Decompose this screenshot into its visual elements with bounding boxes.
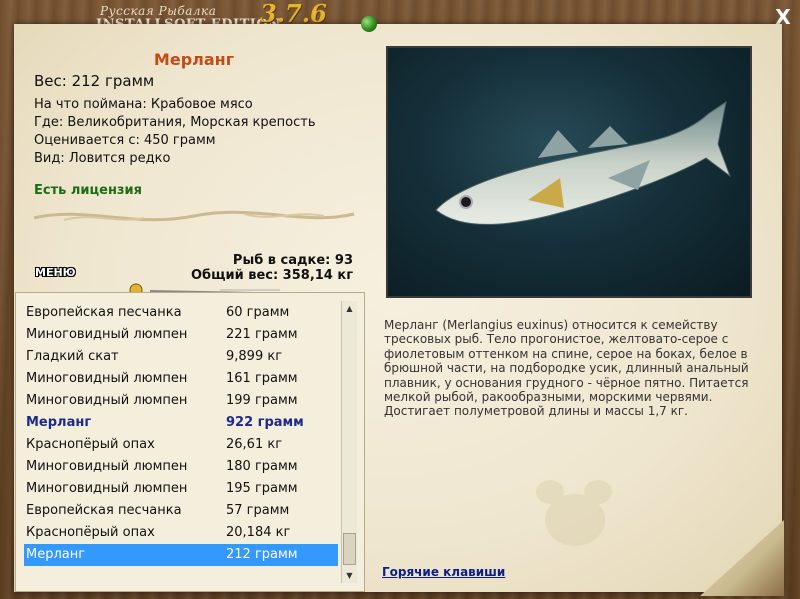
catch-item-name: Миноговидный люмпен xyxy=(26,459,188,474)
catch-item-weight: 57 грамм xyxy=(226,503,290,518)
scroll-thumb[interactable] xyxy=(343,533,356,565)
catch-list-item[interactable]: Европейская песчанка 60 грамм xyxy=(24,302,338,324)
catch-item-name: Европейская песчанка xyxy=(26,503,182,518)
kind-text: Вид: Ловится редко xyxy=(34,151,171,166)
catch-list-item[interactable]: Миноговидный люмпен 195 грамм xyxy=(24,478,338,500)
catch-list-item[interactable]: Миноговидный люмпен 199 грамм xyxy=(24,390,338,412)
catch-list-item[interactable]: Гладкий скат 9,899 кг xyxy=(24,346,338,368)
catch-item-name: Европейская песчанка xyxy=(26,305,182,320)
catch-item-weight: 199 грамм xyxy=(226,393,298,408)
caught-on-text: На что поймана: Крабовое мясо xyxy=(34,97,253,112)
catch-item-name: Миноговидный люмпен xyxy=(26,371,188,386)
fish-info: На что поймана: Крабовое мясо Где: Велик… xyxy=(34,96,315,168)
catch-list-item[interactable]: Миноговидный люмпен 161 грамм xyxy=(24,368,338,390)
list-scrollbar[interactable]: ▲ ▼ xyxy=(341,301,357,583)
catch-item-name: Краснопёрый опах xyxy=(26,525,155,540)
catch-item-weight: 212 грамм xyxy=(226,547,298,562)
scroll-up-icon[interactable]: ▲ xyxy=(342,301,357,316)
catch-list-item[interactable]: Краснопёрый опах 26,61 кг xyxy=(24,434,338,456)
catch-item-weight: 60 грамм xyxy=(226,305,290,320)
catch-list-item[interactable]: Краснопёрый опах 20,184 кг xyxy=(24,522,338,544)
mouse-watermark-icon xyxy=(536,480,612,546)
catch-item-weight: 922 грамм xyxy=(226,415,304,430)
catch-list-item[interactable]: Миноговидный люмпен 180 грамм xyxy=(24,456,338,478)
catch-item-weight: 20,184 кг xyxy=(226,525,291,540)
catch-item-name: Миноговидный люмпен xyxy=(26,481,188,496)
scroll-down-icon[interactable]: ▼ xyxy=(342,568,357,583)
catch-list-item[interactable]: Мерланг 922 грамм xyxy=(24,412,338,434)
fish-title: Мерланг xyxy=(153,50,235,69)
total-weight: Общий вес: 358,14 кг xyxy=(190,268,353,283)
brand-subtitle: Русская Рыбалка xyxy=(100,4,217,18)
catch-item-weight: 221 грамм xyxy=(226,327,298,342)
catch-item-weight: 9,899 кг xyxy=(226,349,283,364)
catch-item-name: Миноговидный люмпен xyxy=(26,327,188,342)
catch-list-item[interactable]: Миноговидный люмпен 221 грамм xyxy=(24,324,338,346)
ornament-divider xyxy=(33,210,355,222)
catch-item-name: Миноговидный люмпен xyxy=(26,393,188,408)
hotkeys-link[interactable]: Горячие клавиши xyxy=(382,565,505,579)
valued-from-text: Оценивается с: 450 грамм xyxy=(34,133,216,148)
catch-item-name: Мерланг xyxy=(26,415,92,430)
catch-item-weight: 195 грамм xyxy=(226,481,298,496)
catch-item-name: Краснопёрый опах xyxy=(26,437,155,452)
license-status: Есть лицензия xyxy=(34,183,142,198)
catch-item-weight: 161 грамм xyxy=(226,371,298,386)
menu-button[interactable]: МЕНЮ xyxy=(35,266,76,279)
catch-list-item[interactable]: Мерланг 212 грамм xyxy=(24,544,338,566)
catch-item-weight: 26,61 кг xyxy=(226,437,283,452)
keepnet-count: Рыб в садке: 93 xyxy=(232,253,353,268)
location-text: Где: Великобритания, Морская крепость xyxy=(34,115,316,130)
catch-item-weight: 180 грамм xyxy=(226,459,298,474)
fish-illustration-icon xyxy=(435,100,732,225)
catch-list-item[interactable]: Европейская песчанка 57 грамм xyxy=(24,500,338,522)
catch-stats: Рыб в садке: 93 Общий вес: 358,14 кг xyxy=(190,253,353,283)
catch-item-name: Гладкий скат xyxy=(26,349,119,364)
pin-icon xyxy=(361,16,377,32)
fish-photo xyxy=(386,46,752,298)
fish-description: Мерланг (Merlangius euxinus) относится к… xyxy=(384,318,749,419)
fish-weight: Вес: 212 грамм xyxy=(34,72,155,90)
catch-item-name: Мерланг xyxy=(26,547,86,562)
